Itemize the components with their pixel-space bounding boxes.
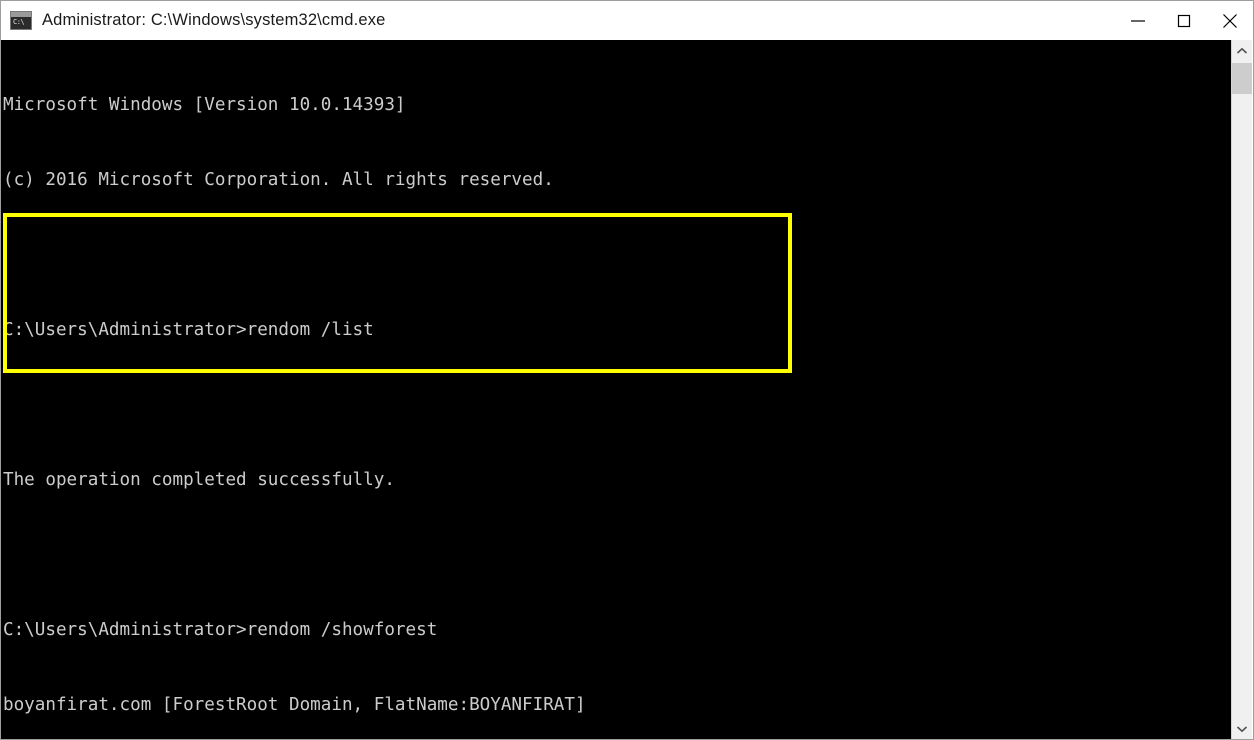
window-controls bbox=[1115, 1, 1253, 40]
title-bar[interactable]: C:\ Administrator: C:\Windows\system32\c… bbox=[1, 1, 1253, 40]
chevron-down-icon bbox=[1236, 725, 1248, 732]
chevron-up-icon bbox=[1236, 47, 1248, 54]
console-line: (c) 2016 Microsoft Corporation. All righ… bbox=[3, 170, 554, 190]
console-text: Microsoft Windows [Version 10.0.14393] (… bbox=[1, 40, 692, 739]
cmd-icon-titlestrip bbox=[11, 12, 31, 17]
cmd-icon: C:\ bbox=[10, 11, 32, 30]
console-line: C:\Users\Administrator>rendom /list bbox=[3, 320, 374, 340]
close-icon bbox=[1223, 13, 1237, 28]
cmd-window: C:\ Administrator: C:\Windows\system32\c… bbox=[0, 0, 1254, 740]
cmd-icon-label: C:\ bbox=[13, 18, 25, 26]
console-output-area[interactable]: Microsoft Windows [Version 10.0.14393] (… bbox=[1, 40, 1232, 739]
scroll-down-button[interactable] bbox=[1232, 718, 1252, 739]
window-title: Administrator: C:\Windows\system32\cmd.e… bbox=[42, 11, 386, 29]
maximize-icon bbox=[1177, 14, 1191, 27]
scroll-up-button[interactable] bbox=[1232, 40, 1252, 61]
console-line: The operation completed successfully. bbox=[3, 470, 395, 490]
scrollbar-thumb[interactable] bbox=[1232, 63, 1252, 94]
console-line: Microsoft Windows [Version 10.0.14393] bbox=[3, 95, 406, 115]
console-line: boyanfirat.com [ForestRoot Domain, FlatN… bbox=[3, 695, 586, 715]
maximize-button[interactable] bbox=[1161, 1, 1207, 40]
console-line: C:\Users\Administrator>rendom /showfores… bbox=[3, 620, 438, 640]
minimize-button[interactable] bbox=[1115, 1, 1161, 40]
vertical-scrollbar[interactable] bbox=[1231, 40, 1252, 739]
minimize-icon bbox=[1131, 19, 1145, 22]
close-button[interactable] bbox=[1207, 1, 1253, 40]
